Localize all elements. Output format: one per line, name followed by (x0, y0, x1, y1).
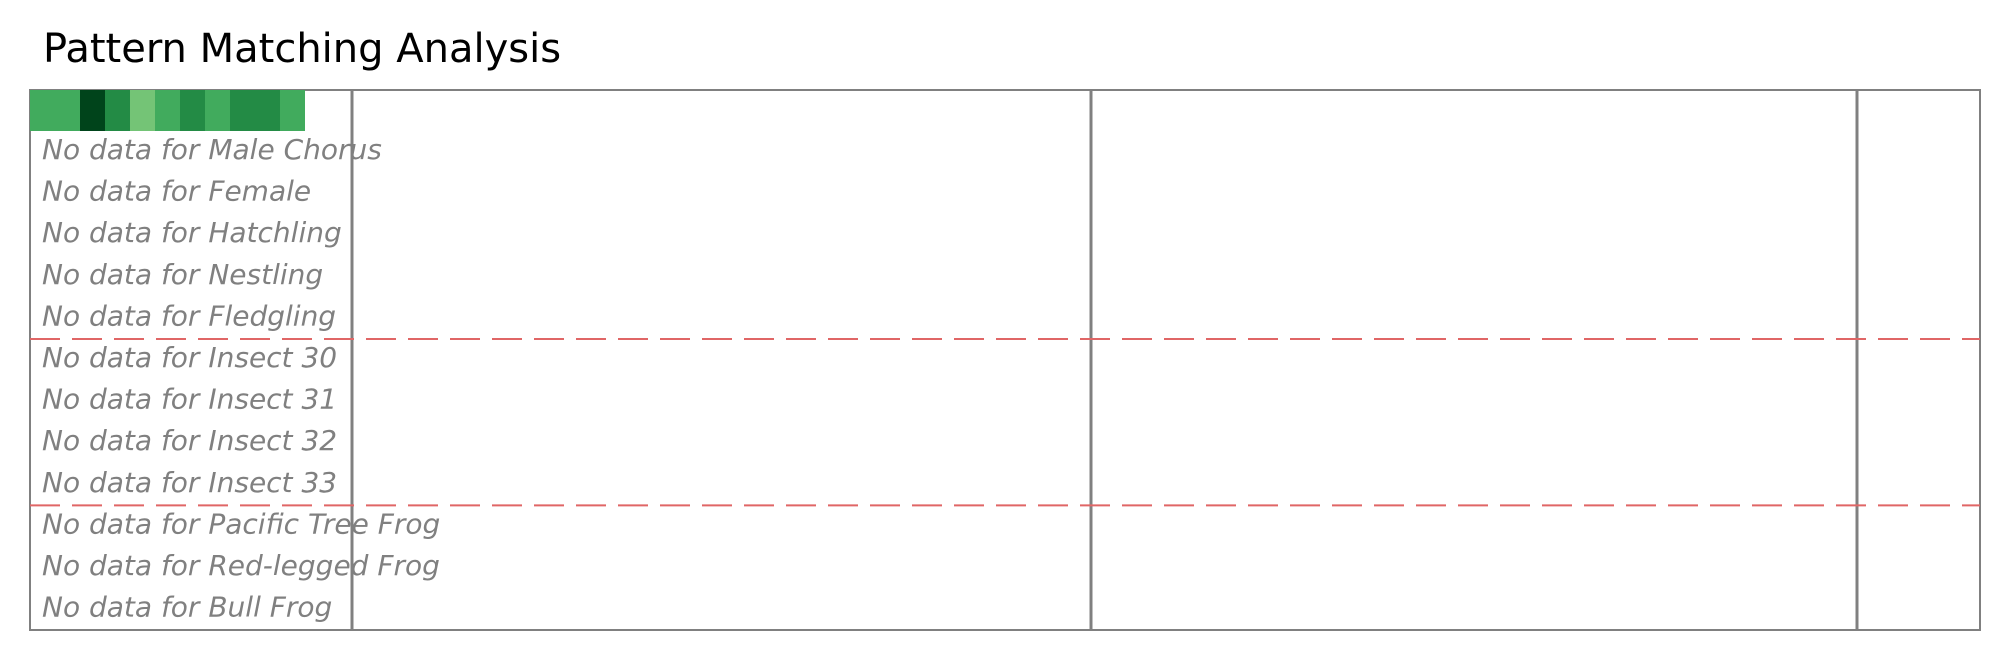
no-data-message: No data for Bull Frog (42, 591, 332, 624)
no-data-list: No data for Male Chorus No data for Femal… (42, 133, 440, 624)
no-data-message: No data for Insect 32 (42, 424, 337, 457)
heatmap-cell (105, 90, 130, 131)
heatmap-strip (30, 90, 305, 131)
heatmap-cell (80, 90, 105, 131)
no-data-message: No data for Female (42, 175, 311, 208)
no-data-message: No data for Red-legged Frog (42, 549, 440, 582)
heatmap-cell (130, 90, 155, 131)
heatmap-cell (230, 90, 255, 131)
no-data-message: No data for Insect 33 (42, 466, 337, 499)
heatmap-cell (280, 90, 305, 131)
no-data-message: No data for Pacific Tree Frog (42, 507, 440, 540)
chart-title: Pattern Matching Analysis (43, 26, 561, 72)
heatmap-cell (55, 90, 80, 131)
heatmap-cell (30, 90, 55, 131)
heatmap-cell (205, 90, 230, 131)
no-data-message: No data for Insect 31 (42, 383, 337, 416)
no-data-message: No data for Fledgling (42, 299, 336, 332)
chart: Pattern Matching Analysis No data for Ma… (29, 26, 1981, 631)
no-data-message: No data for Hatchling (42, 216, 342, 249)
heatmap-cell (255, 90, 280, 131)
heatmap-cell (155, 90, 180, 131)
no-data-message: No data for Insect 30 (42, 341, 337, 374)
no-data-message: No data for Nestling (42, 258, 323, 291)
no-data-message: No data for Male Chorus (42, 133, 382, 166)
heatmap-cell (180, 90, 205, 131)
